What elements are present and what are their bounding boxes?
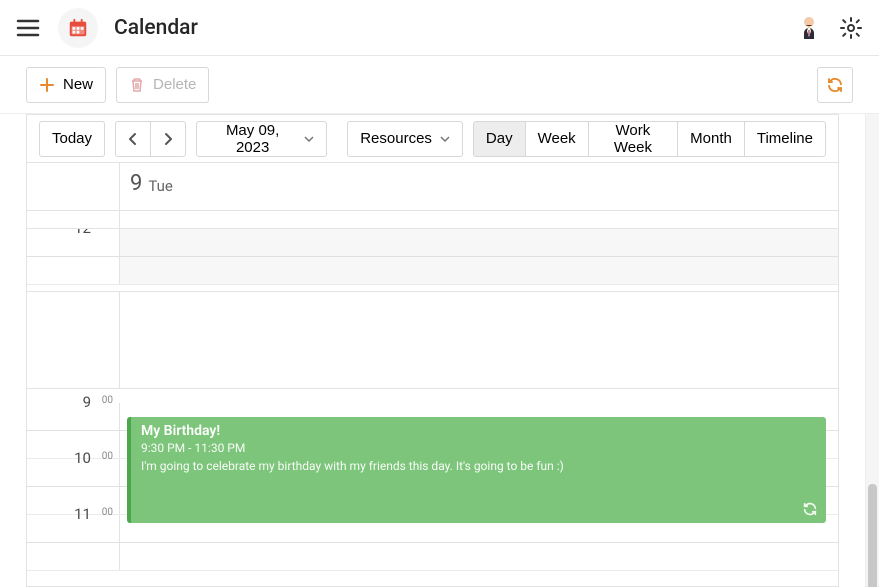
event-title: My Birthday! [141, 423, 816, 439]
hour-label: 9 [83, 393, 91, 411]
calendar-icon [58, 8, 98, 48]
avatar[interactable] [795, 13, 825, 43]
menu-icon[interactable] [16, 18, 40, 38]
day-header-cell[interactable]: 9 Tue [119, 163, 838, 210]
refresh-button[interactable] [817, 67, 853, 103]
calendar: Today May 09, 2023 [26, 114, 839, 587]
resources-dropdown[interactable]: Resources [347, 121, 463, 157]
caret-down-icon [440, 136, 450, 142]
chevron-right-icon [162, 132, 174, 146]
caret-down-icon [304, 136, 314, 142]
timeslot[interactable] [27, 543, 838, 571]
current-date-label: May 09, 2023 [209, 122, 296, 156]
view-day[interactable]: Day [473, 121, 526, 157]
app-header: Calendar [0, 0, 879, 56]
delete-label: Delete [153, 76, 196, 93]
refresh-icon [826, 76, 844, 94]
time-gap [27, 291, 838, 389]
view-week[interactable]: Week [525, 121, 589, 157]
calendar-event[interactable]: My Birthday! 9:30 PM - 11:30 PM I'm goin… [127, 417, 826, 523]
timeslot[interactable] [27, 257, 838, 285]
day-number: 9 [130, 171, 142, 196]
nav-arrow-group [115, 121, 186, 157]
day-of-week: Tue [148, 171, 172, 195]
scrollbar-thumb[interactable] [868, 484, 877, 587]
allday-row[interactable] [27, 211, 838, 229]
view-switcher: Day Week Work Week Month Timeline [473, 121, 826, 157]
event-description: I'm going to celebrate my birthday with … [141, 459, 816, 473]
page-title: Calendar [114, 16, 198, 40]
hour-label: 11 [74, 505, 91, 523]
ampm-label: AM [98, 229, 113, 232]
gear-icon[interactable] [839, 16, 863, 40]
day-header: 9 Tue [27, 163, 838, 211]
recurring-icon [802, 501, 818, 517]
view-month[interactable]: Month [677, 121, 745, 157]
minute-label: 00 [102, 395, 113, 406]
new-button[interactable]: New [26, 67, 106, 103]
timeslot[interactable]: 12 AM [27, 229, 838, 257]
view-work-week[interactable]: Work Week [588, 121, 678, 157]
minute-label: 00 [102, 451, 113, 462]
scrollbar[interactable] [865, 114, 879, 587]
next-button[interactable] [150, 121, 186, 157]
time-grid[interactable]: 12 AM 9 00 [27, 229, 838, 586]
today-button[interactable]: Today [39, 121, 105, 157]
action-toolbar: New Delete [0, 56, 879, 114]
prev-button[interactable] [115, 121, 151, 157]
chevron-left-icon [127, 132, 139, 146]
plus-icon [39, 77, 55, 93]
new-label: New [63, 76, 93, 93]
today-label: Today [52, 130, 92, 147]
trash-icon [129, 77, 145, 93]
hour-label: 12 [74, 229, 91, 237]
resources-label: Resources [360, 130, 432, 147]
view-timeline[interactable]: Timeline [744, 121, 826, 157]
event-time-range: 9:30 PM - 11:30 PM [141, 441, 816, 455]
date-picker[interactable]: May 09, 2023 [196, 121, 327, 157]
delete-button[interactable]: Delete [116, 67, 209, 103]
minute-label: 00 [102, 507, 113, 518]
calendar-toolbar: Today May 09, 2023 [27, 115, 838, 163]
hour-label: 10 [74, 449, 91, 467]
